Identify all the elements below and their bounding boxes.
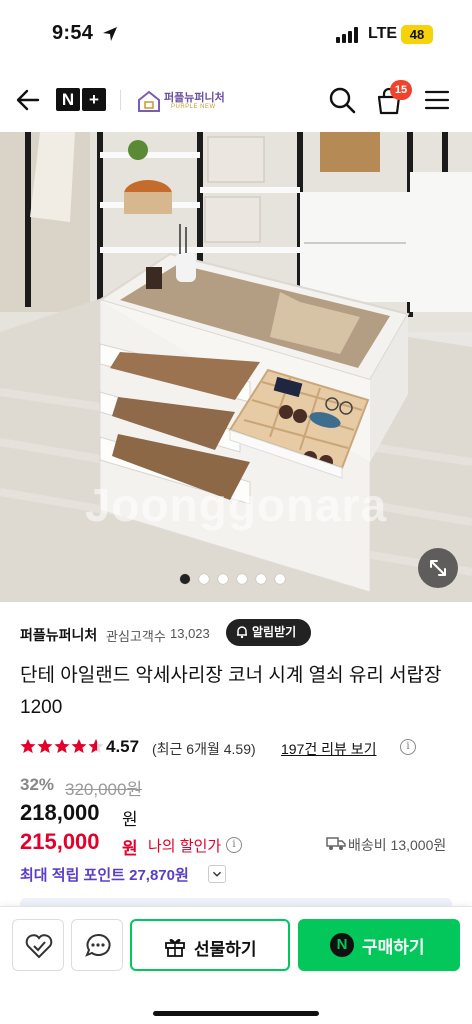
- header-divider: [120, 90, 121, 110]
- signal-icon: [336, 27, 360, 43]
- carousel-dots: [180, 574, 285, 584]
- carousel-dot-2[interactable]: [199, 574, 209, 584]
- my-discount-price: 215,000: [20, 829, 100, 854]
- brand-name[interactable]: 퍼플뉴퍼니처: [164, 89, 225, 105]
- npay-icon: N: [330, 933, 354, 957]
- store-name[interactable]: 퍼플뉴퍼니처: [20, 625, 97, 645]
- my-price-info-icon[interactable]: i: [226, 837, 242, 853]
- hamburger-menu-icon[interactable]: [424, 88, 450, 112]
- talk-button[interactable]: [71, 919, 123, 971]
- fans-label: 관심고객수: [106, 629, 166, 644]
- status-bar: 9:54 LTE 48: [0, 0, 472, 66]
- chat-bubble-icon: [85, 933, 111, 957]
- gift-icon: [165, 939, 185, 957]
- app-header: N + 퍼플뉴퍼니처 PURPLE NEW 15: [0, 66, 472, 132]
- brand-house-icon[interactable]: [136, 88, 162, 114]
- gift-button[interactable]: 선물하기: [130, 919, 290, 971]
- bell-plus-icon: [237, 626, 247, 639]
- store-row: 퍼플뉴퍼니처 관심고객수 13,023 알림받기: [20, 618, 452, 648]
- buy-button[interactable]: N 구매하기: [298, 919, 460, 971]
- fans-count: 13,023: [170, 626, 210, 641]
- chevron-down-icon[interactable]: [208, 865, 226, 883]
- shipping-fee: 배송비 13,000원: [348, 837, 447, 853]
- carousel-dot-1[interactable]: [180, 574, 190, 584]
- bottom-action-bar: 선물하기 N 구매하기: [0, 906, 472, 1024]
- gift-label: 선물하기: [194, 940, 257, 959]
- product-image-carousel[interactable]: Joonggonara: [0, 132, 472, 602]
- my-price-unit: 원: [122, 839, 138, 858]
- network-label: LTE: [368, 25, 398, 42]
- star-rating-icon: [20, 739, 104, 753]
- max-points[interactable]: 최대 적립 포인트 27,870원: [20, 864, 189, 885]
- review-info-icon[interactable]: i: [400, 739, 416, 755]
- search-icon[interactable]: [328, 86, 356, 114]
- carousel-dot-4[interactable]: [237, 574, 247, 584]
- original-price: 320,000원: [65, 780, 143, 799]
- nplus-store-logo[interactable]: N +: [56, 88, 106, 111]
- truck-icon: [326, 837, 346, 850]
- back-arrow-icon[interactable]: [14, 86, 42, 114]
- cart-count-badge: 15: [390, 80, 412, 100]
- expand-icon[interactable]: [418, 548, 458, 588]
- rating-recent: (최근 6개월 4.59): [152, 741, 256, 757]
- product-title: 단테 아일랜드 악세사리장 코너 시계 열쇠 유리 서랍장 1200: [20, 665, 442, 718]
- nplus-logo-n: N: [56, 88, 80, 111]
- nplus-logo-plus: +: [82, 88, 106, 111]
- wishlist-button[interactable]: [12, 919, 64, 971]
- location-arrow-icon: [103, 27, 117, 41]
- carousel-dot-5[interactable]: [256, 574, 266, 584]
- rating-value: 4.57: [106, 737, 140, 756]
- sale-price-unit: 원: [122, 810, 138, 829]
- discount-rate: 32%: [20, 775, 55, 794]
- notify-label: 알림받기: [252, 625, 297, 639]
- battery-indicator: 48: [401, 25, 433, 44]
- watermark-text: Joonggonara: [84, 479, 388, 531]
- brand-subtitle: PURPLE NEW: [171, 104, 216, 110]
- my-price-label: 나의 할인가: [148, 838, 222, 855]
- home-indicator: [153, 1011, 319, 1016]
- buy-label: 구매하기: [362, 938, 425, 957]
- notify-button[interactable]: 알림받기: [226, 619, 311, 646]
- sale-price: 218,000: [20, 800, 100, 825]
- carousel-dot-6[interactable]: [275, 574, 285, 584]
- rating-row: 4.57 (최근 6개월 4.59) 197건 리뷰 보기 i: [20, 736, 460, 758]
- carousel-dot-3[interactable]: [218, 574, 228, 584]
- review-link[interactable]: 197건 리뷰 보기: [281, 739, 377, 759]
- status-time: 9:54: [52, 22, 94, 44]
- heart-check-icon: [25, 934, 53, 959]
